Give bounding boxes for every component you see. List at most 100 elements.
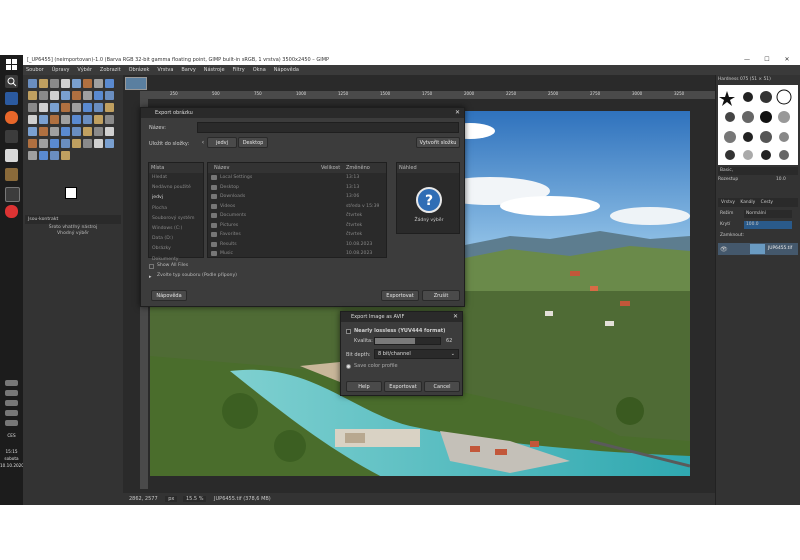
files-icon[interactable]: [5, 130, 18, 143]
battery-icon[interactable]: [5, 410, 18, 416]
tool-icon[interactable]: [28, 91, 37, 100]
tool-icon[interactable]: [61, 91, 70, 100]
col-name[interactable]: Název: [214, 163, 229, 173]
export-button[interactable]: Exportovat: [381, 290, 419, 301]
place-item[interactable]: Windows (C:): [152, 224, 203, 234]
eye-icon[interactable]: 👁: [720, 246, 728, 253]
tab-channels[interactable]: Kanály: [740, 200, 755, 205]
menu-obrazek[interactable]: Obrázek: [129, 67, 150, 73]
menu-filtry[interactable]: Filtry: [233, 67, 245, 73]
network-icon[interactable]: [5, 390, 18, 396]
tool-icon[interactable]: [50, 127, 59, 136]
unit-select[interactable]: px: [165, 496, 178, 502]
quality-value[interactable]: 62: [446, 338, 452, 344]
tool-icon[interactable]: [50, 139, 59, 148]
tool-icon[interactable]: [83, 79, 92, 88]
cancel-button[interactable]: Zrušit: [422, 290, 460, 301]
avif-help-button[interactable]: Help: [346, 381, 382, 392]
create-folder-button[interactable]: Vytvořit složku: [416, 137, 460, 148]
place-item[interactable]: Souborový systém: [152, 214, 203, 224]
tool-icon[interactable]: [61, 139, 70, 148]
menu-napoveda[interactable]: Nápověda: [274, 67, 299, 73]
save-profile-checkbox[interactable]: [346, 364, 351, 369]
menu-okna[interactable]: Okna: [253, 67, 266, 73]
brushes-grid[interactable]: [718, 85, 798, 165]
filename-input[interactable]: [197, 122, 459, 133]
tool-icon[interactable]: [39, 103, 48, 112]
volume-icon[interactable]: [5, 400, 18, 406]
tool-icon[interactable]: [105, 91, 114, 100]
tool-icon[interactable]: [83, 127, 92, 136]
spacing-value[interactable]: 10.0: [776, 177, 786, 182]
tool-icon[interactable]: [94, 79, 103, 88]
show-all-checkbox[interactable]: [149, 264, 154, 269]
help-button[interactable]: Nápověda: [151, 290, 187, 301]
tool-icon[interactable]: [83, 115, 92, 124]
quality-slider[interactable]: [374, 337, 441, 345]
tool-icon[interactable]: [105, 139, 114, 148]
menu-vyber[interactable]: Výběr: [77, 67, 92, 73]
place-item[interactable]: jedvj: [152, 193, 203, 203]
gimp-taskbar-icon[interactable]: [5, 149, 18, 162]
place-item[interactable]: Data (D:): [152, 234, 203, 244]
tool-icon[interactable]: [50, 79, 59, 88]
close-icon[interactable]: ✕: [455, 108, 460, 118]
brush-name-field[interactable]: Basic,: [718, 167, 798, 175]
file-row[interactable]: Pictures čtvrtek: [208, 221, 386, 231]
bit-depth-select[interactable]: 8 bit/channel ⌄: [374, 349, 459, 359]
tool-icon[interactable]: [50, 115, 59, 124]
file-row[interactable]: Downloads 13:06: [208, 192, 386, 202]
tool-icon[interactable]: [94, 91, 103, 100]
tool-icon[interactable]: [39, 139, 48, 148]
tool-icon[interactable]: [28, 79, 37, 88]
menu-soubor[interactable]: Soubor: [26, 67, 44, 73]
file-row[interactable]: Documents čtvrtek: [208, 211, 386, 221]
file-row[interactable]: Desktop 13:13: [208, 183, 386, 193]
tool-icon[interactable]: [28, 127, 37, 136]
menu-upravy[interactable]: Úpravy: [52, 67, 70, 73]
tool-icon[interactable]: [50, 91, 59, 100]
foreground-color-swatch[interactable]: [65, 187, 77, 199]
place-item[interactable]: Nedávno použité: [152, 183, 203, 193]
tool-icon[interactable]: [28, 151, 37, 160]
tray-icons[interactable]: [5, 380, 18, 386]
language-indicator[interactable]: CES: [0, 433, 23, 439]
app-icon-2[interactable]: [5, 187, 20, 202]
tool-icon[interactable]: [83, 139, 92, 148]
tool-icon[interactable]: [61, 127, 70, 136]
tab-layers[interactable]: Vrstvy: [721, 200, 735, 205]
tool-icon[interactable]: [39, 151, 48, 160]
menu-barvy[interactable]: Barvy: [181, 67, 195, 73]
place-item[interactable]: Hledat: [152, 173, 203, 183]
tool-icon[interactable]: [83, 103, 92, 112]
app-icon[interactable]: [5, 168, 18, 181]
menu-zobrazit[interactable]: Zobrazit: [100, 67, 121, 73]
zoom-select[interactable]: 15.5 %: [182, 496, 207, 502]
firefox-icon[interactable]: [5, 111, 18, 124]
tool-icon[interactable]: [105, 127, 114, 136]
file-type-expander-icon[interactable]: ▸: [149, 274, 152, 280]
tool-icon[interactable]: [94, 127, 103, 136]
tool-icon[interactable]: [105, 79, 114, 88]
maximize-button[interactable]: ☐: [758, 55, 776, 65]
close-icon[interactable]: ✕: [453, 312, 458, 322]
notification-icon[interactable]: [5, 420, 18, 426]
tool-icon[interactable]: [105, 115, 114, 124]
tool-icon[interactable]: [61, 151, 70, 160]
task-view-icon[interactable]: [5, 92, 18, 105]
menu-vrstva[interactable]: Vrstva: [157, 67, 173, 73]
tool-icon[interactable]: [39, 127, 48, 136]
opacity-field[interactable]: 100.0: [744, 221, 792, 229]
tool-icon[interactable]: [83, 91, 92, 100]
tool-icon[interactable]: [50, 151, 59, 160]
path-button-jedvj[interactable]: jedvj: [207, 137, 237, 148]
tool-icon[interactable]: [94, 139, 103, 148]
layer-row[interactable]: 👁 JUP6455.tif: [718, 243, 798, 255]
file-type-label[interactable]: Zvolte typ souboru (Podle přípony): [157, 271, 237, 281]
menu-nastroje[interactable]: Nástroje: [204, 67, 225, 73]
tool-icon[interactable]: [28, 115, 37, 124]
file-row[interactable]: Results 10.08.2023: [208, 240, 386, 250]
minimize-button[interactable]: —: [738, 55, 756, 65]
col-modified[interactable]: Změněno: [346, 163, 370, 173]
tool-icon[interactable]: [105, 103, 114, 112]
